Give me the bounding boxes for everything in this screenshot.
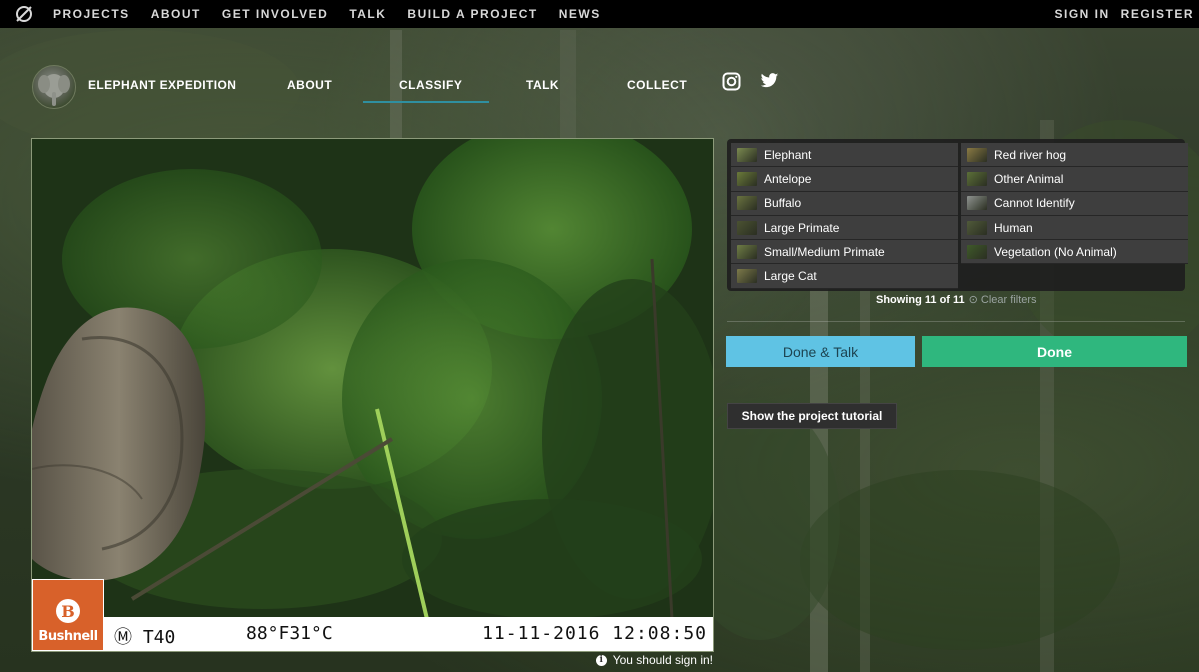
choice-label: Elephant bbox=[764, 147, 812, 162]
done-button[interactable]: Done bbox=[922, 336, 1187, 367]
choice-label: Large Primate bbox=[764, 220, 840, 235]
project-avatar[interactable] bbox=[32, 65, 76, 109]
choice-label: Human bbox=[994, 220, 1033, 235]
camera-trap-photo bbox=[32, 139, 713, 651]
project-tab-talk[interactable]: TALK bbox=[526, 78, 559, 92]
choice-thumbnail bbox=[737, 220, 757, 235]
temperature-readout: 88°F31°C bbox=[246, 623, 333, 644]
camera-id: Ⓜ T40 bbox=[114, 627, 176, 648]
project-tab-collect[interactable]: COLLECT bbox=[627, 78, 687, 92]
bushnell-logo: B Bushnell bbox=[32, 579, 104, 651]
choice-label: Cannot Identify bbox=[994, 196, 1075, 211]
choice-label: Antelope bbox=[764, 171, 812, 186]
choice-antelope[interactable]: Antelope bbox=[731, 167, 958, 192]
choice-red-river-hog[interactable]: Red river hog bbox=[961, 143, 1188, 168]
choice-large-primate[interactable]: Large Primate bbox=[731, 215, 958, 241]
sign-in-link[interactable]: SIGN IN bbox=[1054, 7, 1109, 21]
choice-thumbnail bbox=[967, 244, 987, 259]
choice-thumbnail bbox=[737, 244, 757, 259]
choice-thumbnail bbox=[967, 171, 987, 186]
choice-large-cat[interactable]: Large Cat bbox=[731, 264, 958, 289]
choice-thumbnail bbox=[967, 196, 987, 211]
account-links: SIGN IN REGISTER bbox=[1054, 0, 1199, 28]
nav-about[interactable]: ABOUT bbox=[151, 7, 201, 21]
species-choice-panel: Elephant Red river hog Antelope Other An… bbox=[727, 139, 1188, 291]
sign-in-notice[interactable]: i You should sign in! bbox=[595, 653, 713, 667]
nav-get-involved[interactable]: GET INVOLVED bbox=[222, 7, 328, 21]
nav-build-a-project[interactable]: BUILD A PROJECT bbox=[407, 7, 537, 21]
project-tab-classify[interactable]: CLASSIFY bbox=[399, 78, 462, 92]
register-link[interactable]: REGISTER bbox=[1121, 7, 1194, 21]
info-icon: i bbox=[595, 654, 607, 666]
choice-label: Large Cat bbox=[764, 269, 817, 284]
camera-info-strip: Ⓜ T40 88°F31°C 11-11-2016 12:08:50 bbox=[32, 617, 713, 651]
choice-thumbnail bbox=[737, 269, 757, 284]
choice-label: Small/Medium Primate bbox=[764, 244, 885, 259]
choice-label: Buffalo bbox=[764, 196, 802, 211]
done-and-talk-button[interactable]: Done & Talk bbox=[726, 336, 915, 367]
clear-filters-label: Clear filters bbox=[980, 294, 1037, 306]
choice-elephant[interactable]: Elephant bbox=[731, 143, 958, 168]
show-tutorial-button[interactable]: Show the project tutorial bbox=[727, 403, 897, 429]
project-title[interactable]: ELEPHANT EXPEDITION bbox=[88, 78, 236, 92]
choice-label: Vegetation (No Animal) bbox=[994, 244, 1117, 259]
choice-vegetation-no-animal[interactable]: Vegetation (No Animal) bbox=[961, 240, 1188, 265]
choice-human[interactable]: Human bbox=[961, 215, 1188, 241]
subject-image[interactable]: Ⓜ T40 88°F31°C 11-11-2016 12:08:50 B Bus… bbox=[31, 138, 714, 652]
bushnell-mark-icon: B bbox=[56, 599, 80, 623]
showing-count: Showing 11 of 11 bbox=[876, 294, 965, 306]
choice-thumbnail bbox=[967, 147, 987, 162]
choice-grid: Elephant Red river hog Antelope Other An… bbox=[731, 143, 1188, 289]
instagram-icon[interactable] bbox=[722, 72, 741, 91]
nav-news[interactable]: NEWS bbox=[559, 7, 601, 21]
filter-status: Showing 11 of 11 ⊙ Clear filters bbox=[876, 293, 1037, 306]
divider bbox=[727, 321, 1185, 322]
choice-other-animal[interactable]: Other Animal bbox=[961, 167, 1188, 192]
sign-in-notice-text: You should sign in! bbox=[612, 653, 713, 667]
choice-buffalo[interactable]: Buffalo bbox=[731, 191, 958, 216]
choice-label: Red river hog bbox=[994, 147, 1067, 162]
active-tab-underline bbox=[363, 101, 489, 103]
clear-filters-link[interactable]: ⊙ Clear filters bbox=[969, 294, 1037, 306]
capture-timestamp: 11-11-2016 12:08:50 bbox=[482, 623, 707, 644]
bushnell-brand: Bushnell bbox=[38, 629, 98, 644]
nav-projects[interactable]: PROJECTS bbox=[53, 7, 130, 21]
choice-cannot-identify[interactable]: Cannot Identify bbox=[961, 191, 1188, 216]
nav-talk[interactable]: TALK bbox=[349, 7, 386, 21]
choice-thumbnail bbox=[737, 147, 757, 162]
choice-label: Other Animal bbox=[994, 171, 1064, 186]
project-nav: ELEPHANT EXPEDITION ABOUT CLASSIFY TALK … bbox=[0, 60, 1199, 120]
twitter-icon[interactable] bbox=[760, 73, 779, 89]
choice-thumbnail bbox=[737, 196, 757, 211]
choice-thumbnail bbox=[967, 220, 987, 235]
project-tab-about[interactable]: ABOUT bbox=[287, 78, 332, 92]
choice-small-medium-primate[interactable]: Small/Medium Primate bbox=[731, 240, 958, 265]
elephant-avatar-icon bbox=[38, 74, 70, 106]
site-header: PROJECTS ABOUT GET INVOLVED TALK BUILD A… bbox=[0, 0, 1199, 28]
choice-thumbnail bbox=[737, 171, 757, 186]
zooniverse-logo-icon[interactable] bbox=[14, 4, 34, 24]
